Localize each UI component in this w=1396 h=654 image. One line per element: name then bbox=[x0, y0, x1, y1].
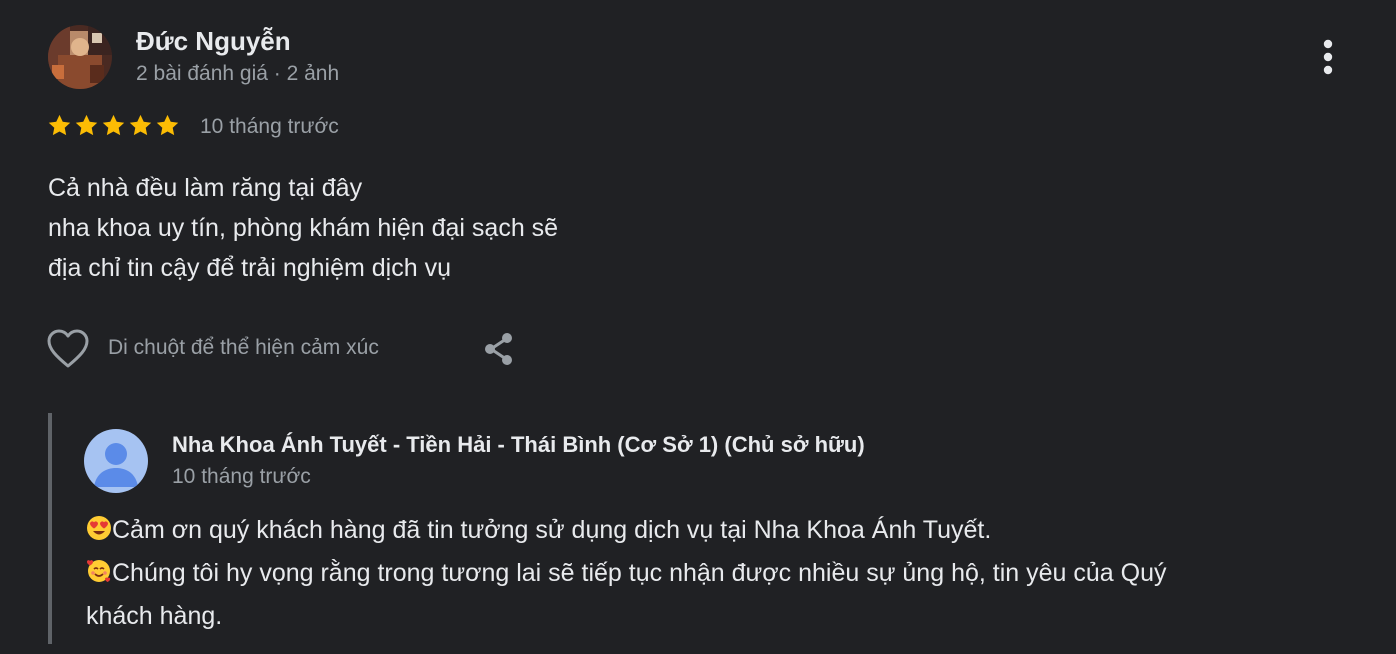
more-vert-icon bbox=[1323, 39, 1333, 75]
heart-outline-icon bbox=[47, 329, 89, 368]
share-icon bbox=[485, 333, 512, 365]
reply-time: 10 tháng trước bbox=[172, 465, 311, 488]
owner-avatar[interactable] bbox=[84, 429, 148, 493]
reviewer-avatar[interactable] bbox=[48, 25, 112, 89]
reply-line: Cảm ơn quý khách hàng đã tin tưởng sử dụ… bbox=[86, 510, 1346, 553]
share-button[interactable] bbox=[480, 330, 518, 368]
review-text-line: Cả nhà đều làm răng tại đây bbox=[48, 174, 363, 202]
review-text-line: nha khoa uy tín, phòng khám hiện đại sạc… bbox=[48, 214, 559, 242]
reviewer-name[interactable]: Đức Nguyễn bbox=[136, 26, 291, 57]
reply-line: Chúng tôi hy vọng rằng trong tương lai s… bbox=[86, 553, 1346, 596]
reply-line: khách hàng. bbox=[86, 596, 1346, 636]
owner-name[interactable]: Nha Khoa Ánh Tuyết - Tiền Hải - Thái Bìn… bbox=[172, 432, 865, 458]
more-options-button[interactable] bbox=[1308, 36, 1348, 80]
person-icon bbox=[84, 429, 148, 493]
review-card: Đức Nguyễn 2 bài đánh giá · 2 ảnh 10 thá… bbox=[0, 0, 1396, 654]
review-time: 10 tháng trước bbox=[200, 115, 339, 138]
smiling-hearts-emoji bbox=[86, 556, 112, 596]
review-text: Cả nhà đều làm răng tại đây nha khoa uy … bbox=[48, 168, 558, 288]
reviewer-meta: 2 bài đánh giá · 2 ảnh bbox=[136, 62, 340, 85]
star-icon bbox=[75, 114, 98, 136]
owner-reply-text: Cảm ơn quý khách hàng đã tin tưởng sử dụ… bbox=[86, 510, 1346, 636]
star-icon bbox=[102, 114, 125, 136]
like-button[interactable] bbox=[46, 328, 90, 370]
star-icon bbox=[156, 114, 179, 136]
reply-line-text: Chúng tôi hy vọng rằng trong tương lai s… bbox=[112, 559, 1167, 587]
reply-line-text: khách hàng. bbox=[86, 602, 223, 630]
star-rating bbox=[47, 113, 180, 141]
star-icon bbox=[48, 114, 71, 136]
review-text-line: địa chỉ tin cậy để trải nghiệm dịch vụ bbox=[48, 254, 451, 282]
reply-line-text: Cảm ơn quý khách hàng đã tin tưởng sử dụ… bbox=[112, 516, 992, 544]
reply-divider bbox=[48, 413, 52, 644]
reaction-hint: Di chuột để thể hiện cảm xúc bbox=[108, 336, 379, 359]
star-icon bbox=[129, 114, 152, 136]
heart-eyes-emoji bbox=[86, 513, 112, 553]
